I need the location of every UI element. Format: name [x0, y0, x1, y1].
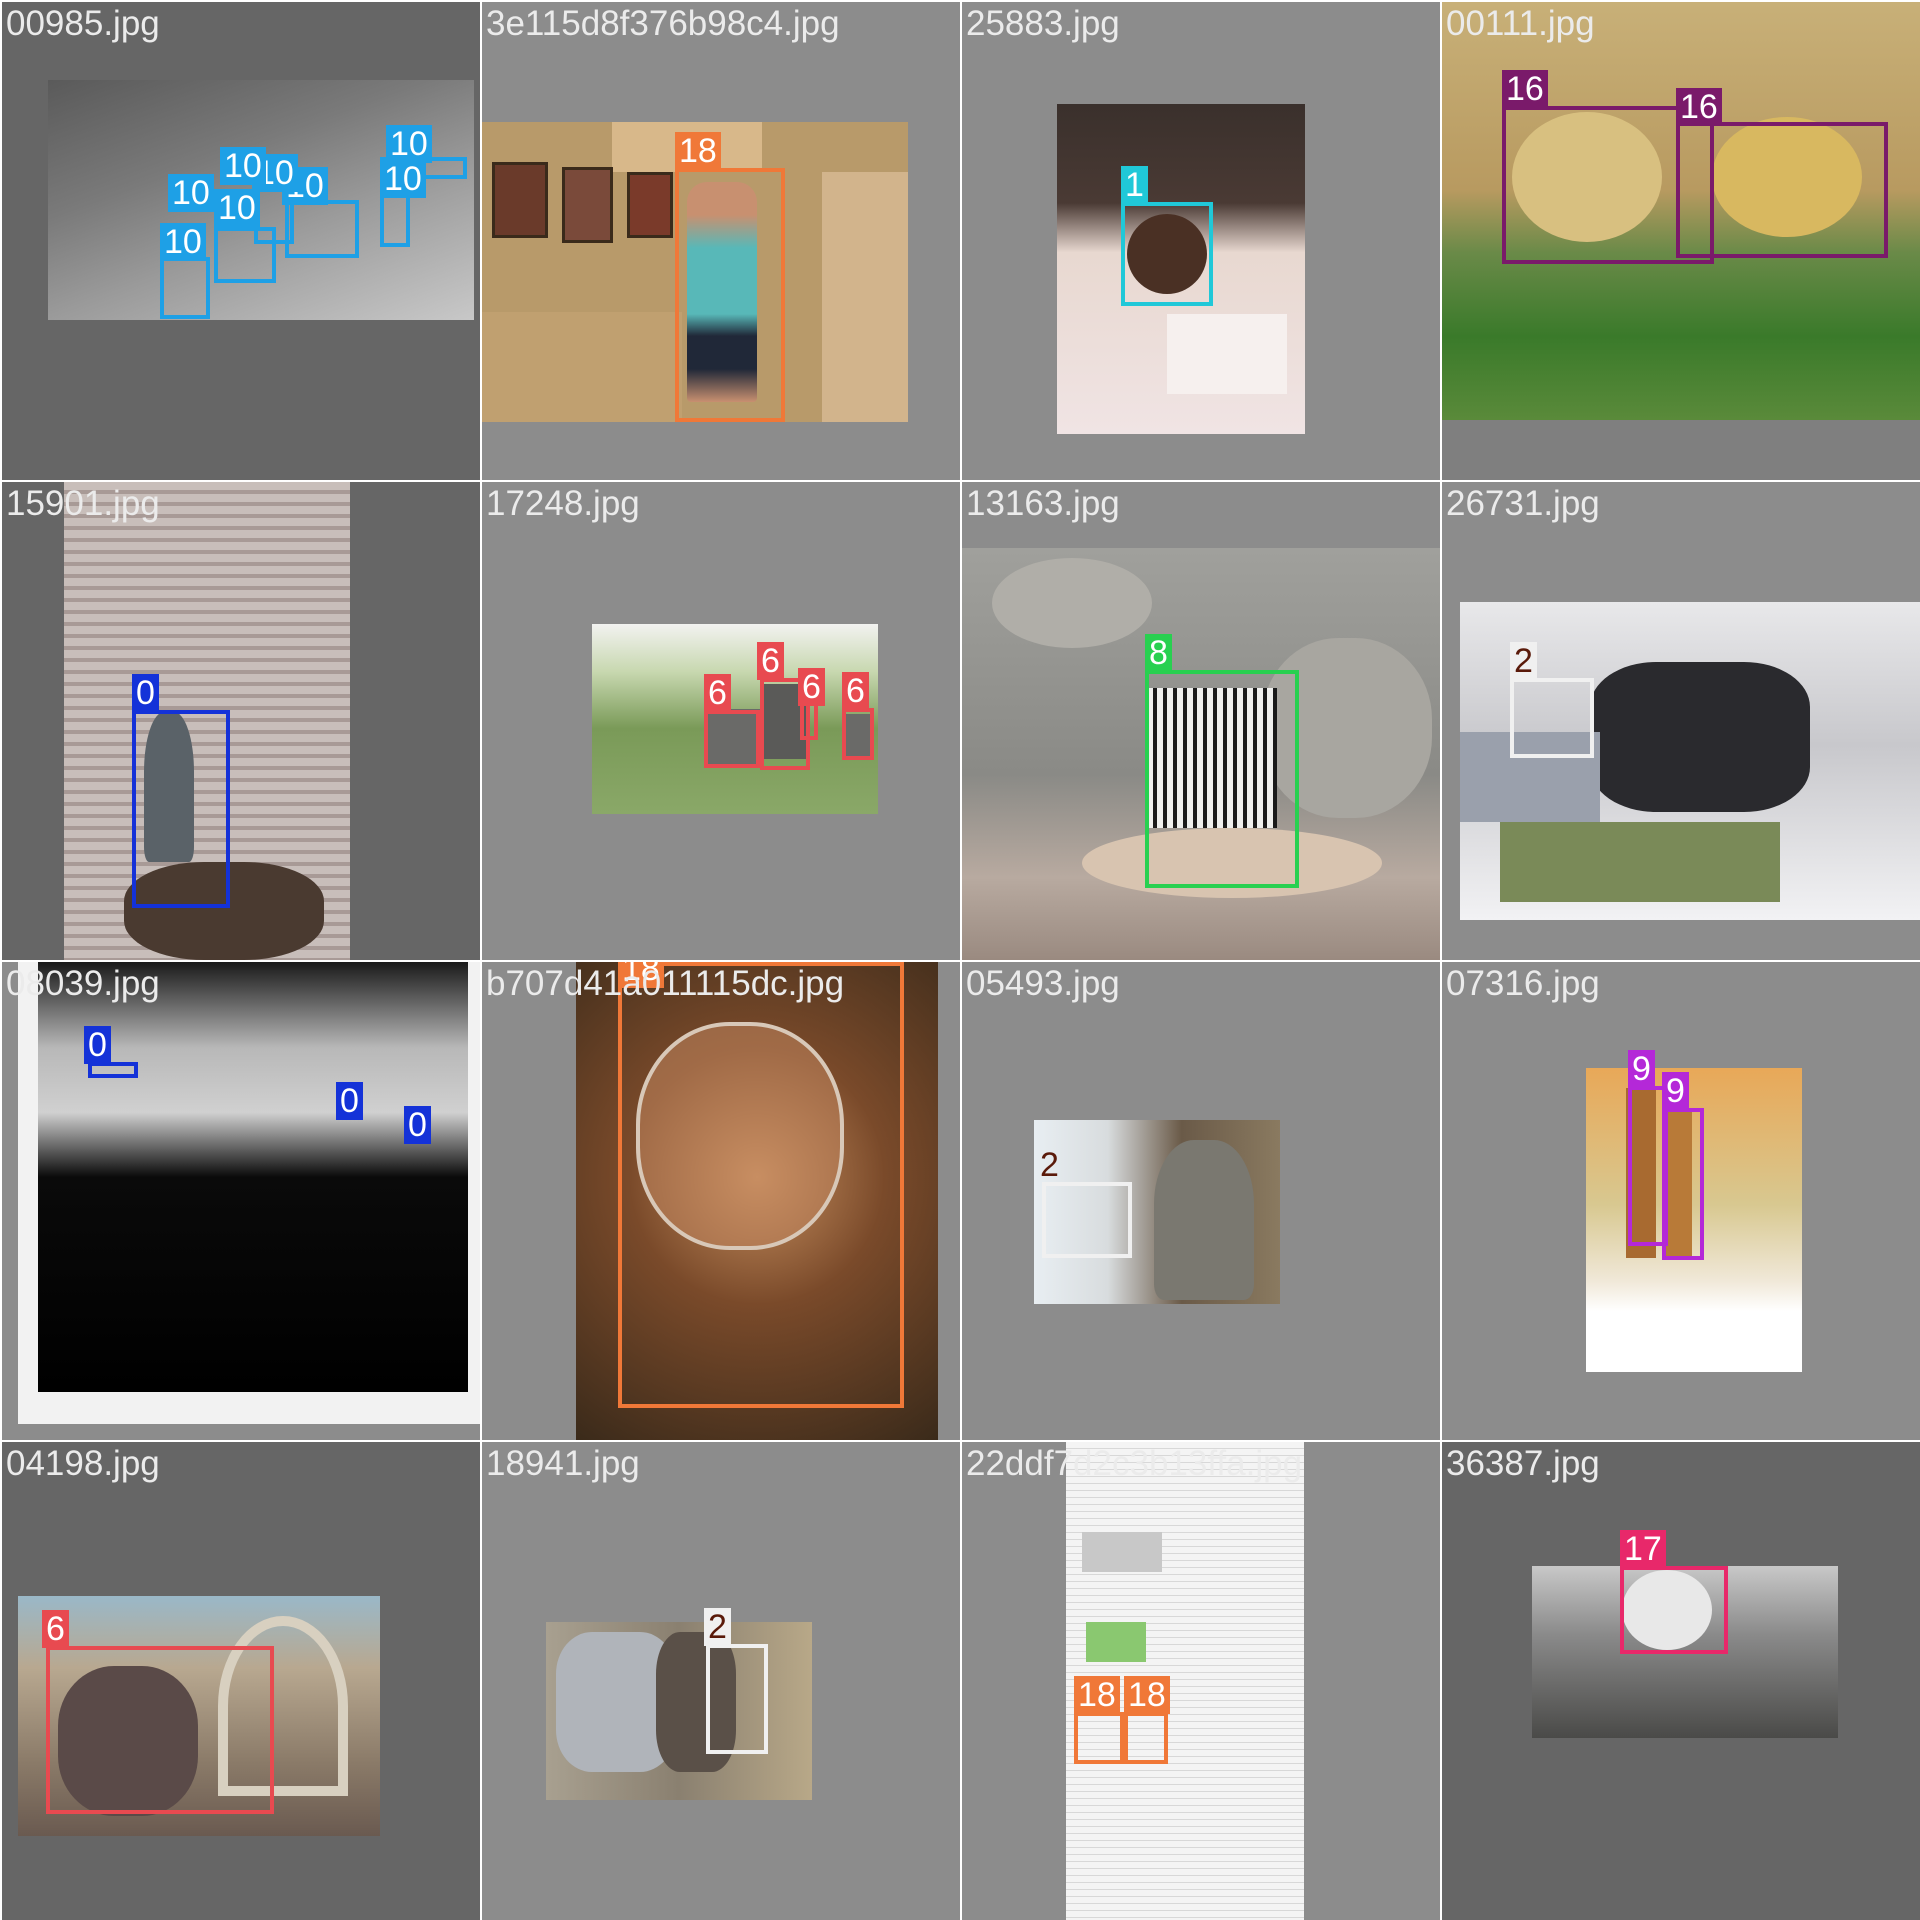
bbox-label: 6 — [757, 642, 784, 680]
bush — [1500, 822, 1780, 902]
bbox-label: 10 — [168, 174, 214, 212]
bathroom-fixture — [1167, 314, 1287, 394]
rock — [992, 558, 1152, 648]
bbox-label: 18 — [1074, 1676, 1120, 1714]
photo-people-lying — [546, 1622, 812, 1800]
boy — [1154, 1140, 1254, 1300]
file-name: 3e115d8f376b98c4.jpg — [486, 4, 840, 43]
bbox-label: 8 — [1145, 634, 1172, 672]
bbox-label: 10 — [160, 223, 206, 261]
kitchen-fridge — [822, 172, 908, 422]
bbox-label: 2 — [1510, 642, 1537, 680]
file-name: 22ddf7d2c3b13ffa.jpg — [966, 1444, 1303, 1483]
tile-b707d41a011115dc: b707d41a011115dc.jpg 18 — [482, 962, 960, 1440]
file-name: 04198.jpg — [6, 1444, 160, 1483]
bbox-label: 10 — [220, 147, 266, 185]
tile-26731: 26731.jpg 2 — [1442, 482, 1920, 960]
bbox — [160, 257, 210, 319]
tile-08039: 08039.jpg 0 0 0 — [2, 962, 480, 1440]
bbox-label: 16 — [1502, 70, 1548, 108]
tile-15901: 15901.jpg 0 — [2, 482, 480, 960]
tile-00985: 00985.jpg 10 10 10 10 10 10 10 10 — [2, 2, 480, 480]
bbox-label: 6 — [42, 1610, 69, 1648]
tile-13163: 13163.jpg 8 — [962, 482, 1440, 960]
tile-18941: 18941.jpg 2 — [482, 1442, 960, 1920]
bbox-label: 6 — [704, 674, 731, 712]
bbox — [1676, 122, 1888, 258]
tile-25883: 25883.jpg 1 — [962, 2, 1440, 480]
tile-07316: 07316.jpg 9 9 — [1442, 962, 1920, 1440]
bbox — [1510, 678, 1594, 758]
bbox — [46, 1646, 274, 1814]
bbox — [1662, 1108, 1704, 1260]
bbox-label: 9 — [1662, 1072, 1689, 1110]
motorcycle — [1590, 662, 1810, 812]
bbox — [800, 700, 818, 740]
bbox — [704, 710, 760, 768]
map-thumbnail — [1082, 1532, 1162, 1572]
file-name: b707d41a011115dc.jpg — [486, 964, 845, 1003]
file-name: 00111.jpg — [1446, 4, 1595, 43]
file-name: 36387.jpg — [1446, 1444, 1600, 1483]
image-grid: 00985.jpg 10 10 10 10 10 10 10 10 3e115d… — [0, 0, 1920, 1920]
bbox — [132, 710, 230, 908]
tile-17248: 17248.jpg 6 6 6 6 — [482, 482, 960, 960]
bbox-label: 0 — [404, 1106, 431, 1144]
bbox-label: 0 — [84, 1026, 111, 1064]
wall-painting — [627, 172, 673, 238]
bbox — [618, 962, 904, 1408]
bbox-label: 6 — [798, 668, 825, 706]
bbox — [706, 1644, 768, 1754]
tile-22ddf7d2c3b13ffa: 22ddf7d2c3b13ffa.jpg 18 18 — [962, 1442, 1440, 1920]
tile-05493: 05493.jpg 2 — [962, 962, 1440, 1440]
tile-04198: 04198.jpg 6 — [2, 1442, 480, 1920]
file-name: 13163.jpg — [966, 484, 1120, 523]
bbox — [1042, 1182, 1132, 1258]
tile-00111: 00111.jpg 16 16 — [1442, 2, 1920, 480]
bbox-label: 10 — [380, 160, 426, 198]
bbox-label: 2 — [1040, 1146, 1059, 1184]
bbox-label: 18 — [1124, 1676, 1170, 1714]
file-name: 15901.jpg — [6, 484, 160, 523]
bbox-label: 2 — [704, 1608, 731, 1646]
bbox-label: 9 — [1628, 1050, 1655, 1088]
bbox-label: 10 — [386, 125, 432, 163]
bbox — [285, 200, 359, 258]
bbox-label: 18 — [675, 132, 721, 170]
bbox — [842, 708, 874, 760]
bbox-label: 16 — [1676, 88, 1722, 126]
file-name: 17248.jpg — [486, 484, 640, 523]
file-name: 08039.jpg — [6, 964, 160, 1003]
file-name: 05493.jpg — [966, 964, 1120, 1003]
bbox-label: 0 — [132, 674, 159, 712]
bbox-label: 10 — [214, 189, 260, 227]
bbox — [1074, 1712, 1124, 1764]
file-name: 18941.jpg — [486, 1444, 640, 1483]
wall-painting — [492, 162, 548, 238]
bbox-label: 6 — [842, 672, 869, 710]
file-name: 00985.jpg — [6, 4, 160, 43]
file-name: 25883.jpg — [966, 4, 1120, 43]
bbox — [1620, 1566, 1728, 1654]
tile-36387: 36387.jpg 17 — [1442, 1442, 1920, 1920]
bbox — [1145, 670, 1299, 888]
bbox — [675, 168, 785, 422]
counter — [482, 312, 682, 422]
bbox — [88, 1062, 138, 1078]
bbox — [1121, 202, 1213, 306]
bbox-label: 17 — [1620, 1530, 1666, 1568]
bbox-label: 0 — [336, 1082, 363, 1120]
file-name: 26731.jpg — [1446, 484, 1600, 523]
wall-painting — [562, 167, 613, 243]
file-name: 07316.jpg — [1446, 964, 1600, 1003]
illustration — [1086, 1622, 1146, 1662]
tile-3e115d8f376b98c4: 3e115d8f376b98c4.jpg 18 — [482, 2, 960, 480]
bbox-label: 1 — [1121, 166, 1148, 204]
bbox — [1124, 1712, 1168, 1764]
